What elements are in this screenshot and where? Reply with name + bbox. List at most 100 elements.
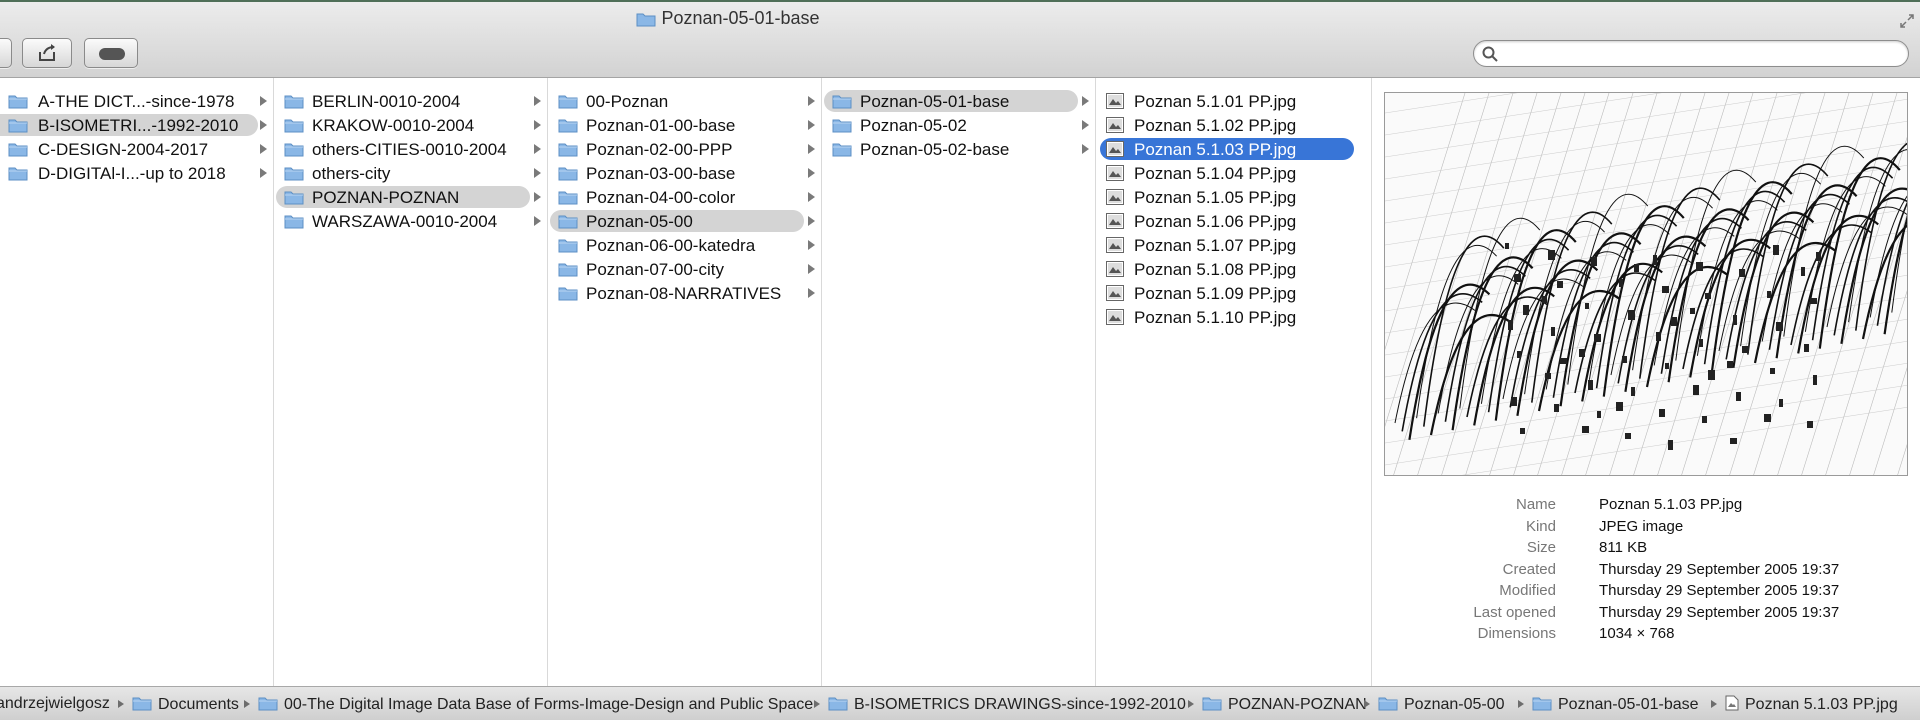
folder-item[interactable]: Poznan-06-00-katedra <box>548 234 822 256</box>
folder-item[interactable]: A-THE DICT...-since-1978 <box>0 90 274 112</box>
folder-item[interactable]: Poznan-02-00-PPP <box>548 138 822 160</box>
column-2[interactable]: BERLIN-0010-2004 KRAKOW-0010-2004 others-C… <box>274 78 548 686</box>
disclosure-arrow-icon <box>808 120 815 130</box>
disclosure-arrow-icon <box>808 192 815 202</box>
file-item[interactable]: Poznan 5.1.04 PP.jpg <box>1096 162 1372 184</box>
folder-item[interactable]: Poznan-05-02-base <box>822 138 1096 160</box>
path-crumb-label: POZNAN-POZNAN <box>1228 696 1367 713</box>
disclosure-arrow-icon <box>808 288 815 298</box>
folder-icon <box>8 141 28 162</box>
path-crumb-label: Documents <box>158 696 239 713</box>
item-label: Poznan 5.1.07 PP.jpg <box>1134 236 1297 255</box>
path-separator-icon <box>814 700 820 708</box>
path-crumb[interactable]: Documents <box>132 695 239 716</box>
file-item[interactable]: Poznan 5.1.01 PP.jpg <box>1096 90 1372 112</box>
search-field[interactable] <box>1473 40 1909 67</box>
disclosure-arrow-icon <box>808 216 815 226</box>
folder-item[interactable]: C-DESIGN-2004-2017 <box>0 138 274 160</box>
disclosure-arrow-icon <box>808 168 815 178</box>
path-crumb-label: Poznan 5.1.03 PP.jpg <box>1745 696 1898 713</box>
image-file-icon <box>1106 285 1124 306</box>
info-row: Created Thursday 29 September 2005 19:37 <box>1372 561 1920 581</box>
path-crumb-label: andrzejwielgosz <box>0 695 110 712</box>
path-crumb-label: Poznan-05-00 <box>1404 696 1505 713</box>
file-item[interactable]: Poznan 5.1.10 PP.jpg <box>1096 306 1372 328</box>
file-item[interactable]: Poznan 5.1.05 PP.jpg <box>1096 186 1372 208</box>
file-item[interactable]: Poznan 5.1.08 PP.jpg <box>1096 258 1372 280</box>
item-label: KRAKOW-0010-2004 <box>312 116 475 135</box>
folder-item[interactable]: Poznan-08-NARRATIVES <box>548 282 822 304</box>
folder-item[interactable]: BERLIN-0010-2004 <box>274 90 548 112</box>
disclosure-arrow-icon <box>260 168 267 178</box>
file-item[interactable]: Poznan 5.1.07 PP.jpg <box>1096 234 1372 256</box>
folder-item[interactable]: B-ISOMETRI...-1992-2010 <box>0 114 274 136</box>
file-item[interactable]: Poznan 5.1.02 PP.jpg <box>1096 114 1372 136</box>
path-crumb[interactable]: POZNAN-POZNAN <box>1202 695 1367 716</box>
image-file-icon <box>1106 117 1124 138</box>
info-key: Size <box>1526 539 1556 556</box>
folder-icon <box>284 117 304 138</box>
path-crumb[interactable]: Poznan-05-01-base <box>1532 695 1699 716</box>
item-label: D-DIGITAl-I...-up to 2018 <box>38 164 226 183</box>
image-file-icon <box>1725 695 1739 716</box>
tag-icon <box>99 47 125 65</box>
folder-item[interactable]: Poznan-01-00-base <box>548 114 822 136</box>
fullscreen-icon[interactable] <box>1900 14 1914 33</box>
disclosure-arrow-icon <box>534 96 541 106</box>
folder-item[interactable]: POZNAN-POZNAN <box>274 186 548 208</box>
folder-icon <box>8 93 28 114</box>
folder-item[interactable]: Poznan-05-01-base <box>822 90 1096 112</box>
info-value: Poznan 5.1.03 PP.jpg <box>1599 496 1743 513</box>
folder-item[interactable]: others-CITIES-0010-2004 <box>274 138 548 160</box>
image-file-icon <box>1106 261 1124 282</box>
image-file-icon <box>1106 213 1124 234</box>
search-input[interactable] <box>1502 44 1902 64</box>
folder-item[interactable]: 00-Poznan <box>548 90 822 112</box>
disclosure-arrow-icon <box>260 120 267 130</box>
folder-item[interactable]: D-DIGITAl-I...-up to 2018 <box>0 162 274 184</box>
item-label: Poznan-02-00-PPP <box>586 140 733 159</box>
path-crumb-label: Poznan-05-01-base <box>1558 696 1699 713</box>
image-file-icon <box>1106 141 1124 162</box>
item-label: Poznan-03-00-base <box>586 164 736 183</box>
column-4[interactable]: Poznan-05-01-base Poznan-05-02 Poznan-05-0… <box>822 78 1096 686</box>
folder-item[interactable]: Poznan-04-00-color <box>548 186 822 208</box>
folder-icon <box>558 189 578 210</box>
column-1[interactable]: A-THE DICT...-since-1978 B-ISOMETRI...-19… <box>0 78 274 686</box>
file-item[interactable]: Poznan 5.1.03 PP.jpg <box>1096 138 1372 160</box>
column-3[interactable]: 00-Poznan Poznan-01-00-base Poznan-02-00-P… <box>548 78 822 686</box>
path-crumb[interactable]: 00-The Digital Image Data Base of Forms-… <box>258 695 813 716</box>
path-crumb[interactable]: andrzejwielgosz <box>0 695 110 713</box>
folder-item[interactable]: Poznan-05-02 <box>822 114 1096 136</box>
item-label: Poznan-07-00-city <box>586 260 724 279</box>
info-row: Name Poznan 5.1.03 PP.jpg <box>1372 496 1920 516</box>
path-crumb[interactable]: Poznan 5.1.03 PP.jpg <box>1725 695 1898 716</box>
image-file-icon <box>1106 93 1124 114</box>
share-button[interactable] <box>22 38 72 68</box>
info-row: Modified Thursday 29 September 2005 19:37 <box>1372 582 1920 602</box>
folder-item[interactable]: WARSZAWA-0010-2004 <box>274 210 548 232</box>
folder-item[interactable]: Poznan-03-00-base <box>548 162 822 184</box>
path-crumb[interactable]: Poznan-05-00 <box>1378 695 1505 716</box>
path-crumb-label: 00-The Digital Image Data Base of Forms-… <box>284 696 814 713</box>
column-5[interactable]: Poznan 5.1.01 PP.jpg Poznan 5.1.02 PP.jpg… <box>1096 78 1372 686</box>
folder-item[interactable]: Poznan-07-00-city <box>548 258 822 280</box>
file-item[interactable]: Poznan 5.1.09 PP.jpg <box>1096 282 1372 304</box>
folder-item[interactable]: KRAKOW-0010-2004 <box>274 114 548 136</box>
tags-button[interactable] <box>84 38 138 68</box>
folder-icon <box>284 93 304 114</box>
info-key: Last opened <box>1473 603 1556 621</box>
folder-item[interactable]: Poznan-05-00 <box>548 210 822 232</box>
item-label: Poznan 5.1.01 PP.jpg <box>1134 92 1297 111</box>
disclosure-arrow-icon <box>534 168 541 178</box>
info-key: Dimensions <box>1477 625 1556 642</box>
path-crumb[interactable]: B-ISOMETRICS DRAWINGS-since-1992-2010 <box>828 695 1186 716</box>
info-key: Kind <box>1525 517 1556 535</box>
folder-icon <box>258 695 278 716</box>
folder-item[interactable]: others-city <box>274 162 548 184</box>
file-item[interactable]: Poznan 5.1.06 PP.jpg <box>1096 210 1372 232</box>
item-label: WARSZAWA-0010-2004 <box>312 212 498 231</box>
disclosure-arrow-icon <box>808 264 815 274</box>
disclosure-arrow-icon <box>808 240 815 250</box>
view-options-button[interactable] <box>0 38 12 68</box>
